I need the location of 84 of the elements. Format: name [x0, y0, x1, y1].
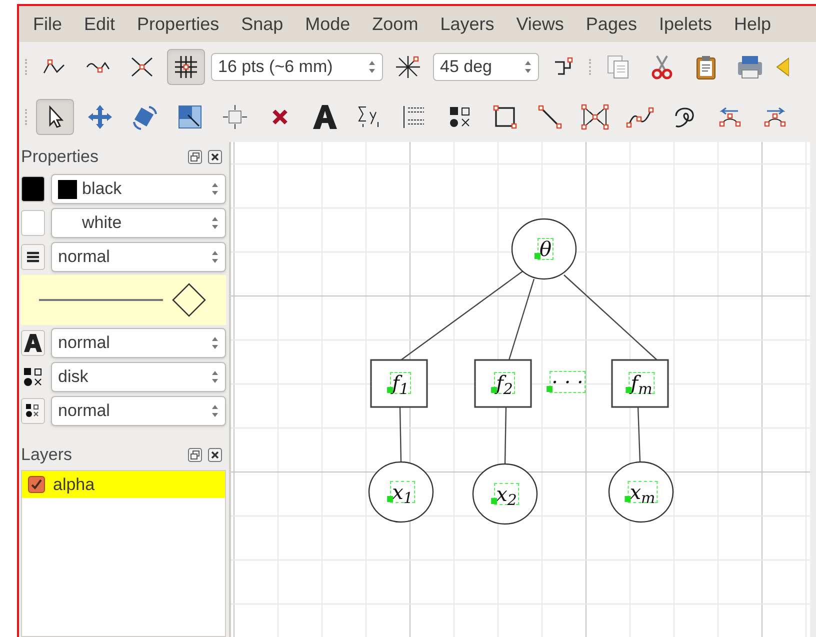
stretch-tool-icon: [177, 104, 203, 130]
math-label: x$_{1}$: [390, 481, 415, 503]
move-tool-icon: [87, 104, 113, 130]
spin-arrows-icon: [524, 60, 532, 74]
mark-size-combo[interactable]: normal: [51, 396, 226, 426]
spin-arrows-icon: [211, 182, 219, 196]
checkbox[interactable]: [28, 476, 45, 493]
spin-arrows-icon: [211, 370, 219, 384]
delete-tool-icon: [270, 107, 290, 127]
mark-shape-combo[interactable]: disk: [51, 362, 226, 392]
menu-item[interactable]: Edit: [84, 10, 116, 38]
math-label: x$_{2}$: [494, 483, 519, 505]
angle-snap-icon: [395, 55, 421, 79]
polygon-tool-icon: [581, 104, 609, 130]
math-label: f$_{1}$: [390, 372, 411, 394]
menu-item[interactable]: Snap: [241, 10, 284, 38]
pen-width-combo[interactable]: normal: [51, 242, 226, 272]
panel-title: Layers: [21, 444, 72, 466]
spline-tool-icon: [626, 105, 654, 129]
pan-tool-icon: [222, 104, 248, 130]
select-tool-button[interactable]: [36, 99, 74, 135]
menu-item[interactable]: Zoom: [372, 10, 418, 38]
menu-item[interactable]: Ipelets: [658, 10, 712, 38]
grid-size-combo[interactable]: 16 pts (~6 mm): [211, 53, 383, 81]
stroke-color-button[interactable]: [21, 176, 45, 202]
edge-line: [399, 406, 402, 462]
toolbar-grip[interactable]: [25, 109, 29, 125]
mark-size-button[interactable]: [21, 398, 45, 424]
intersection-icon: [130, 56, 154, 78]
mark-tool-icon: [448, 105, 472, 129]
menu-item[interactable]: Pages: [586, 10, 637, 38]
math-label: f$_{m}$: [628, 372, 654, 394]
layer-item[interactable]: alpha: [22, 471, 225, 498]
menu-item[interactable]: Mode: [305, 10, 350, 38]
rectangle-tool-icon: [492, 104, 518, 130]
spin-arrows-icon: [211, 336, 219, 350]
custom-snap-icon: [553, 56, 575, 78]
text-size-button[interactable]: [21, 330, 45, 356]
edge-line: [637, 406, 641, 462]
node-ellipse: [511, 218, 577, 280]
toolbar-grip[interactable]: [25, 59, 29, 75]
menu-item[interactable]: Views: [516, 10, 564, 38]
line-tool-icon: [537, 104, 563, 130]
print-icon: [736, 54, 764, 80]
spin-arrows-icon: [368, 60, 376, 74]
edge-line: [504, 406, 507, 464]
copy-icon: [605, 54, 631, 80]
menu-item[interactable]: File: [33, 10, 62, 38]
menu-item[interactable]: Properties: [137, 10, 220, 38]
spin-arrows-icon: [211, 404, 219, 418]
math-label: x$_{m}$: [628, 481, 658, 503]
mark-size-icon: [25, 403, 41, 419]
pen-width-icon: [26, 251, 40, 263]
line-style-preview[interactable]: [21, 275, 226, 325]
math-label: θ: [537, 238, 554, 260]
text-size-icon: [23, 333, 43, 353]
diamond-icon: [170, 281, 208, 319]
rotate-tool-icon: [131, 104, 159, 130]
node-ellipse: [472, 463, 538, 525]
cut-icon: [649, 54, 675, 80]
spin-arrows-icon: [211, 250, 219, 264]
menu-item[interactable]: Layers: [440, 10, 494, 38]
node-box: [474, 359, 532, 408]
node-box: [370, 359, 428, 408]
node-ellipse: [608, 461, 674, 523]
panel-title: Properties: [21, 146, 98, 168]
fill-color-button[interactable]: [21, 210, 45, 236]
fill-color-combo[interactable]: white: [51, 208, 226, 238]
math-label: · · ·: [550, 371, 586, 393]
menu-item[interactable]: Help: [734, 10, 772, 38]
toolbar-grip[interactable]: [589, 59, 593, 75]
pen-width-button[interactable]: [21, 244, 45, 270]
text-size-combo[interactable]: normal: [51, 328, 226, 358]
node-box: [611, 359, 669, 408]
canvas[interactable]: θ f$_{1}$ f$_{2}$ · · · f$_{m}$ x$_{1}$ x$_{2}$ x$_{m}$: [229, 142, 810, 637]
math-label: f$_{2}$: [494, 372, 515, 394]
text-tool-icon: [311, 104, 339, 130]
spin-arrows-icon: [211, 216, 219, 230]
angle-combo[interactable]: 45 deg: [433, 53, 539, 81]
node-ellipse: [368, 461, 434, 523]
grid-button[interactable]: [167, 49, 205, 85]
grid-icon: [174, 55, 198, 79]
stroke-color-combo[interactable]: black: [51, 174, 226, 204]
layer-list[interactable]: alpha: [21, 470, 226, 637]
